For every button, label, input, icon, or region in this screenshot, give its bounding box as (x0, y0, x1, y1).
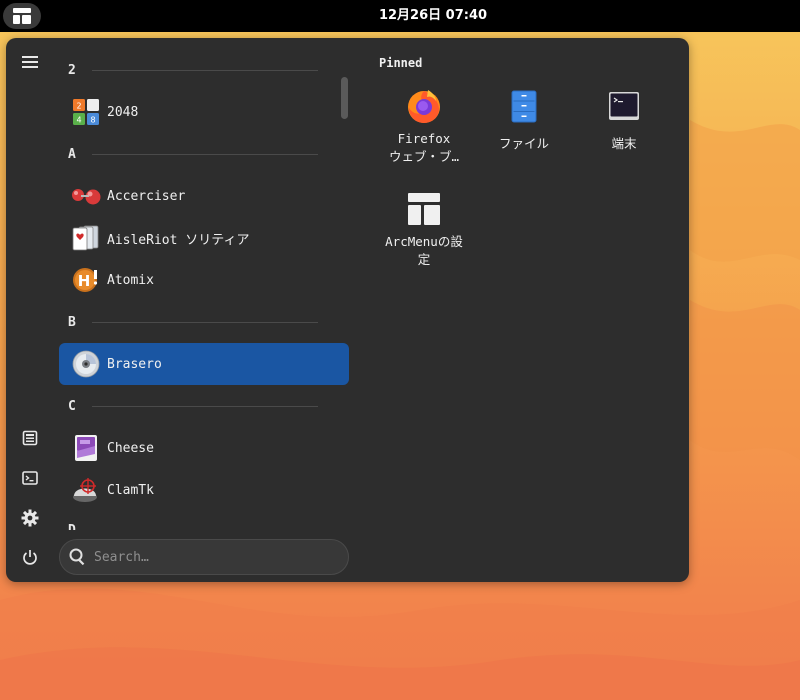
files-icon (511, 90, 537, 123)
app-item-aisleriot[interactable]: AisleRiot ソリティア (59, 217, 349, 259)
app-item-accerciser[interactable]: Accerciser (59, 175, 349, 217)
cheese-icon (71, 433, 101, 463)
app-item-atomix[interactable]: H Atomix (59, 259, 349, 301)
pinned-label: ウェブ・ブ… (388, 149, 460, 164)
2048-icon: 2 4 8 (71, 97, 101, 127)
app-label: ClamTk (107, 482, 154, 498)
pinned-title: Pinned (379, 56, 423, 70)
cards-icon (71, 223, 101, 253)
arcmenu-icon (408, 193, 440, 225)
terminal-icon (609, 92, 639, 120)
svg-text:2: 2 (76, 102, 81, 111)
categories-menu-button[interactable] (16, 48, 44, 76)
app-label: 2048 (107, 104, 139, 120)
app-label: Accerciser (107, 188, 186, 204)
category-header: B (68, 312, 318, 332)
pinned-item-arcmenu-settings[interactable]: ArcMenuの設 定 (376, 191, 472, 269)
search-input[interactable] (94, 549, 334, 565)
pinned-label: 定 (417, 252, 431, 267)
disc-icon (71, 349, 101, 379)
app-item-clamtk[interactable]: ClamTk (59, 469, 349, 511)
accerciser-icon (71, 181, 101, 211)
app-item-cheese[interactable]: Cheese (59, 427, 349, 469)
search-icon (69, 548, 85, 566)
app-list-scrollbar[interactable] (341, 77, 348, 119)
pinned-label: ファイル (498, 136, 549, 151)
svg-text:H: H (78, 272, 91, 290)
settings-button[interactable] (16, 504, 44, 532)
app-label: AisleRiot ソリティア (107, 232, 250, 248)
app-label: Brasero (107, 356, 162, 372)
category-header: 2 (68, 60, 318, 80)
terminal-icon (22, 471, 38, 485)
documents-icon (22, 430, 38, 446)
power-icon (23, 550, 37, 565)
atomix-icon: H (71, 265, 101, 295)
search-box[interactable] (59, 539, 349, 575)
app-label: Cheese (107, 440, 154, 456)
clock[interactable]: 12月26日 07:40 (0, 0, 800, 32)
hamburger-icon (22, 56, 38, 68)
terminal-button[interactable] (16, 464, 44, 492)
power-button[interactable] (16, 543, 44, 571)
firefox-icon (408, 90, 440, 123)
pinned-label: ArcMenuの設 (385, 234, 463, 249)
category-header: A (68, 144, 318, 164)
documents-button[interactable] (16, 424, 44, 452)
app-label: Atomix (107, 272, 154, 288)
pinned-label: 端末 (611, 136, 637, 151)
svg-text:4: 4 (76, 116, 81, 125)
svg-text:8: 8 (90, 116, 95, 125)
pinned-label: Firefox (397, 131, 451, 146)
settings-icon (21, 509, 39, 527)
pinned-item-terminal[interactable]: 端末 (576, 88, 672, 153)
arcmenu-panel: 2 2 4 8 2048 A Accerciser AisleRiot ソリティ… (6, 38, 689, 582)
category-header: C (68, 396, 318, 416)
pinned-item-files[interactable]: ファイル (476, 88, 572, 153)
app-item-brasero[interactable]: Brasero (59, 343, 349, 385)
clamtk-icon (71, 475, 101, 505)
top-bar: 12月26日 07:40 (0, 0, 800, 32)
pinned-item-firefox[interactable]: Firefox ウェブ・ブ… (376, 88, 472, 166)
app-list[interactable]: 2 2 4 8 2048 A Accerciser AisleRiot ソリティ… (58, 54, 350, 530)
app-item-2048[interactable]: 2 4 8 2048 (59, 91, 349, 133)
category-header: D (68, 520, 318, 530)
